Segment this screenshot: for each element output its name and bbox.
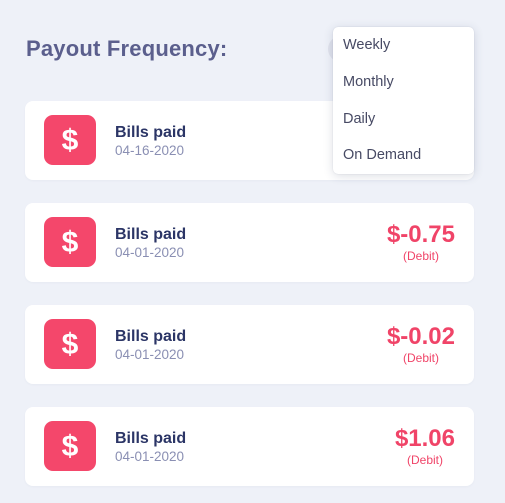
menu-item-on-demand[interactable]: On Demand	[343, 147, 421, 163]
transaction-card[interactable]: $ Bills paid 04-01-2020 $-0.75 (Debit)	[25, 203, 474, 282]
dollar-icon: $	[44, 319, 96, 369]
transaction-date: 04-16-2020	[115, 143, 185, 158]
transaction-title: Bills paid	[115, 226, 187, 243]
transaction-type: (Debit)	[402, 249, 439, 263]
menu-item-monthly[interactable]: Monthly	[343, 74, 394, 90]
dollar-icon: $	[44, 421, 96, 471]
svg-text:$: $	[62, 328, 79, 361]
svg-text:$: $	[62, 124, 79, 157]
transaction-card[interactable]: $ Bills paid 04-01-2020 $-0.02 (Debit)	[25, 305, 474, 384]
page-title: Payout Frequency:	[26, 36, 228, 61]
transaction-title: Bills paid	[115, 430, 187, 447]
transaction-date: 04-01-2020	[115, 245, 185, 260]
svg-text:$: $	[62, 430, 79, 463]
transaction-date: 04-01-2020	[115, 449, 185, 464]
transaction-amount: $-0.75	[386, 221, 455, 248]
dollar-icon: $	[44, 217, 96, 267]
frequency-dropdown-menu: Weekly Monthly Daily On Demand	[333, 27, 474, 174]
transaction-type: (Debit)	[402, 351, 439, 365]
transaction-type: (Debit)	[406, 453, 443, 467]
dollar-icon: $	[44, 115, 96, 165]
transaction-title: Bills paid	[115, 328, 187, 345]
transaction-title: Bills paid	[115, 124, 187, 141]
transaction-amount: $1.06	[394, 425, 455, 452]
transaction-card[interactable]: $ Bills paid 04-01-2020 $1.06 (Debit)	[25, 407, 474, 486]
transaction-date: 04-01-2020	[115, 347, 185, 362]
transaction-amount: $-0.02	[386, 323, 455, 350]
svg-text:$: $	[62, 226, 79, 259]
menu-item-daily[interactable]: Daily	[343, 111, 375, 127]
menu-item-weekly[interactable]: Weekly	[343, 37, 390, 53]
